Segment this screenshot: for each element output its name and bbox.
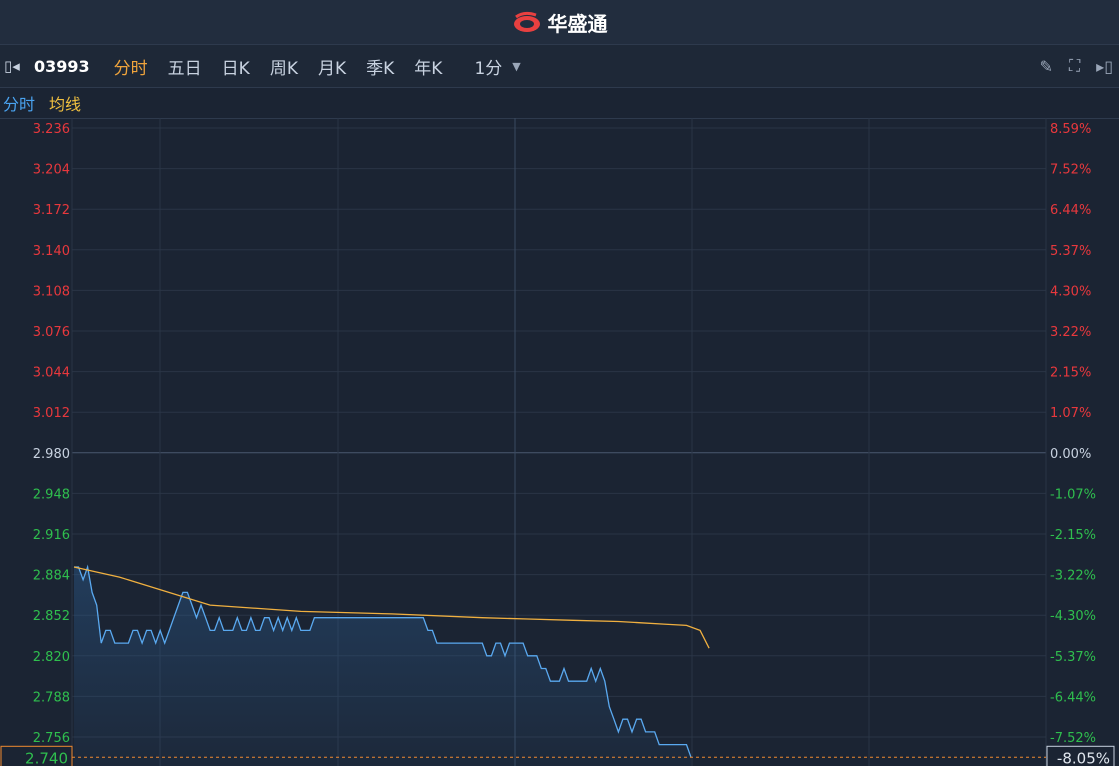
legend-price: 分时 [3, 95, 36, 114]
tab-weekly-k[interactable]: 周K [270, 54, 298, 79]
percent-tick-label: 4.30% [1050, 284, 1091, 299]
percent-tick-label: 6.44% [1050, 203, 1091, 218]
brand-icon [513, 11, 540, 32]
price-tick-label: 3.140 [33, 244, 70, 259]
legend-average: 均线 [49, 95, 82, 114]
percent-tick-label: 1.07% [1050, 406, 1091, 421]
stock-code: 03993 [34, 56, 90, 76]
percent-tick-label: 3.22% [1050, 325, 1091, 340]
percent-tick-label: -5.37% [1050, 650, 1096, 665]
price-tick-label: 2.788 [33, 690, 70, 705]
percent-tick-label: 8.59% [1050, 122, 1091, 137]
tab-five-day[interactable]: 五日 [168, 54, 202, 79]
price-tick-label: 3.044 [33, 366, 70, 381]
chevron-down-icon: ▼ [512, 59, 521, 73]
tab-daily-k[interactable]: 日K [222, 54, 250, 79]
collapse-panel-icon[interactable]: ▯◂ [4, 57, 34, 75]
series-legend: 分时 均线 [0, 88, 1119, 119]
percent-tick-label: -2.15% [1050, 528, 1096, 543]
percent-tick-label: -6.44% [1050, 690, 1096, 705]
interval-select[interactable]: 1分 ▼ [474, 54, 520, 79]
percent-tick-label: 0.00% [1050, 447, 1091, 462]
current-pct-label: -8.05% [1057, 749, 1110, 766]
current-price-label: 2.740 [25, 749, 68, 766]
percent-tick-label: -4.30% [1050, 609, 1096, 624]
price-tick-label: 3.108 [33, 284, 70, 299]
price-tick-label: 3.076 [33, 325, 70, 340]
expand-panel-icon[interactable]: ▸▯ [1096, 57, 1113, 76]
price-tick-label: 2.948 [33, 487, 70, 502]
price-tick-label: 3.012 [33, 406, 70, 421]
price-tick-label: 2.916 [33, 528, 70, 543]
pencil-icon[interactable]: ✎ [1040, 57, 1053, 76]
toolbar-actions: ✎ ⛶ ▸▯ [1040, 45, 1113, 87]
percent-axis: 8.59% 7.52% 6.44% 5.37% 4.30% 3.22% 2.15% 1.07%… [1050, 122, 1096, 746]
percent-tick-label: 2.15% [1050, 366, 1091, 381]
percent-tick-label: 5.37% [1050, 244, 1091, 259]
percent-tick-label: 7.52% [1050, 163, 1091, 178]
intraday-chart: 3.236 3.204 3.172 3.140 3.108 3.076 3.044 3.012… [0, 118, 1115, 766]
percent-tick-label: -1.07% [1050, 487, 1096, 502]
price-tick-label: 3.204 [33, 163, 70, 178]
price-area [74, 567, 691, 766]
chart-toolbar: ▯◂ 03993 分时 五日 日K 周K 月K 季K 年K 1分 ▼ ✎ ⛶ ▸… [0, 45, 1119, 88]
price-tick-label: 2.980 [33, 447, 70, 462]
fullscreen-icon[interactable]: ⛶ [1069, 56, 1080, 76]
interval-value: 1分 [474, 58, 503, 79]
price-tick-label: 3.172 [33, 203, 70, 218]
brand-logo: 华盛通 [512, 8, 608, 37]
brand-name: 华盛通 [547, 11, 608, 36]
price-area-fill [74, 567, 691, 766]
tab-yearly-k[interactable]: 年K [414, 54, 442, 79]
price-tick-label: 3.236 [33, 122, 70, 137]
app-header: 华盛通 [0, 0, 1119, 45]
price-tick-label: 2.820 [33, 650, 70, 665]
price-tick-label: 2.852 [33, 609, 70, 624]
percent-tick-label: -3.22% [1050, 569, 1096, 584]
price-axis: 3.236 3.204 3.172 3.140 3.108 3.076 3.044 3.012… [33, 122, 70, 746]
tab-monthly-k[interactable]: 月K [318, 54, 346, 79]
tab-intraday[interactable]: 分时 [114, 54, 148, 79]
tab-quarterly-k[interactable]: 季K [366, 54, 394, 79]
price-tick-label: 2.756 [33, 731, 70, 746]
price-tick-label: 2.884 [33, 569, 70, 584]
percent-tick-label: -7.52% [1050, 731, 1096, 746]
